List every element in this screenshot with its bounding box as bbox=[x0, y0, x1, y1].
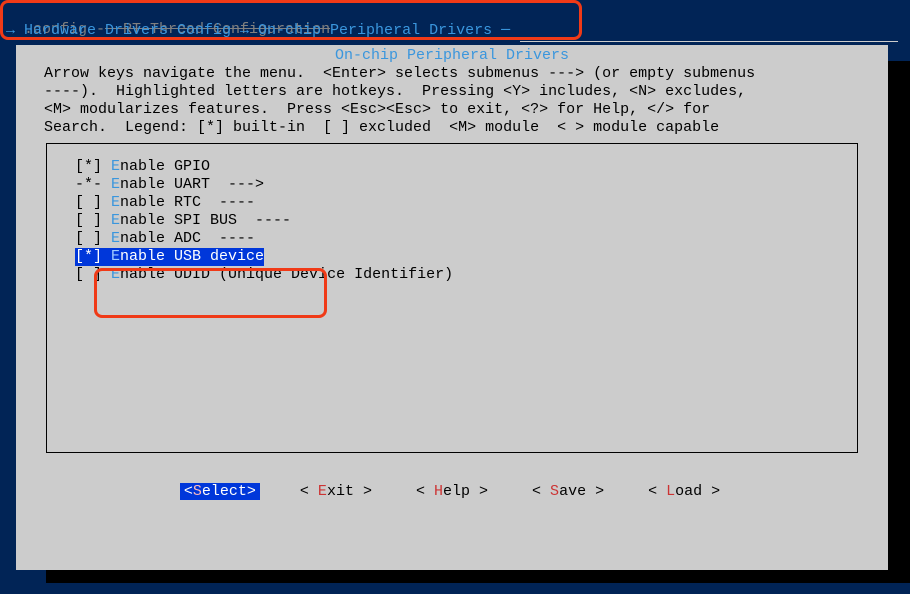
button-save[interactable]: < Save > bbox=[528, 483, 608, 500]
menu-item[interactable]: [ ] Enable RTC ---- bbox=[75, 194, 845, 212]
menu-item[interactable]: [ ] Enable SPI BUS ---- bbox=[75, 212, 845, 230]
button-row: <Select> < Exit > < Help > < Save > < Lo… bbox=[16, 483, 888, 500]
button-help[interactable]: < Help > bbox=[412, 483, 492, 500]
button-exit[interactable]: < Exit > bbox=[296, 483, 376, 500]
top-border-segment bbox=[520, 41, 898, 42]
button-select[interactable]: <Select> bbox=[180, 483, 260, 500]
menu-item[interactable]: -*- Enable UART ---> bbox=[75, 176, 845, 194]
menu-item[interactable]: [ ] Enable UDID (Unique Device Identifie… bbox=[75, 266, 845, 284]
dialog-screen: On-chip Peripheral Drivers Arrow keys na… bbox=[16, 45, 888, 570]
menu-item[interactable]: [ ] Enable ADC ---- bbox=[75, 230, 845, 248]
breadcrumb: → Hardware Drivers Config → On-chip Peri… bbox=[6, 22, 510, 39]
help-text: Arrow keys navigate the menu. <Enter> se… bbox=[16, 65, 888, 137]
menu-item[interactable]: [*] Enable USB device bbox=[75, 248, 845, 266]
menu-item[interactable]: [*] Enable GPIO bbox=[75, 158, 845, 176]
button-load[interactable]: < Load > bbox=[644, 483, 724, 500]
menu-box: [*] Enable GPIO-*- Enable UART --->[ ] E… bbox=[46, 143, 858, 453]
dialog-title: On-chip Peripheral Drivers bbox=[16, 45, 888, 65]
